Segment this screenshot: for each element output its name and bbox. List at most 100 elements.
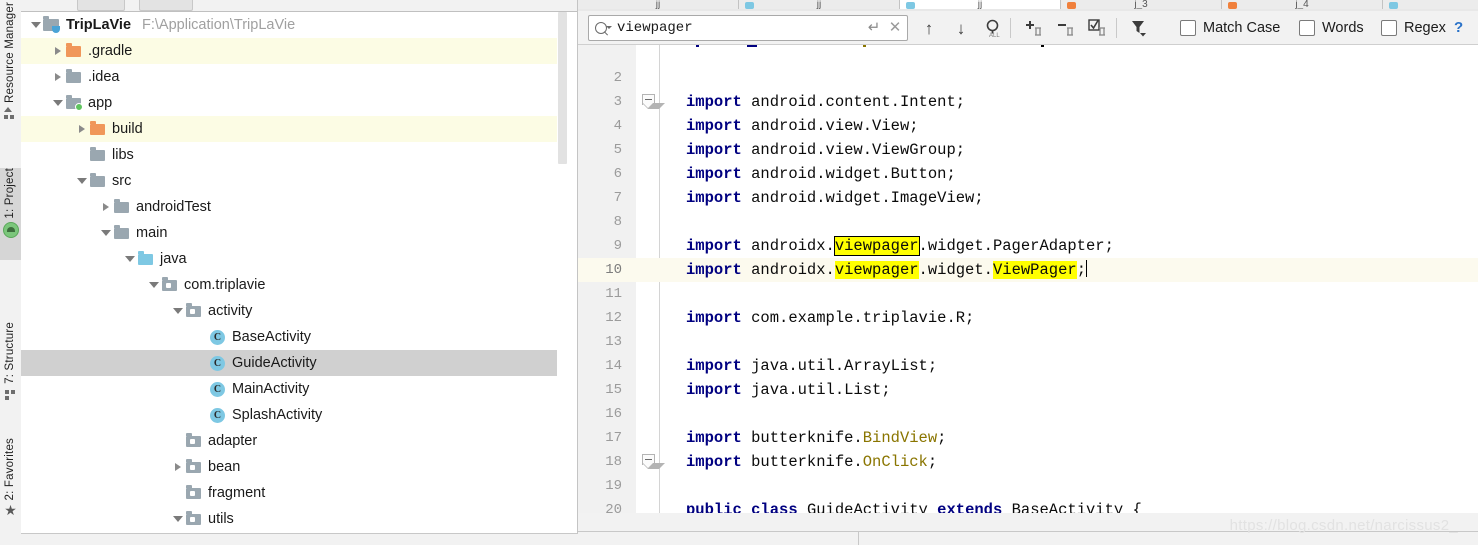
chevron-down-icon[interactable]	[171, 506, 185, 532]
tree-node-bean[interactable]: bean	[21, 454, 557, 480]
search-field-wrapper[interactable]: ↵ ✕	[588, 15, 908, 41]
code-row-3[interactable]: 3 import android.content.Intent;	[578, 90, 1478, 114]
tree-node-fragment[interactable]: fragment	[21, 480, 557, 506]
tree-node-utils[interactable]: utils	[21, 506, 557, 532]
find-all-button[interactable]: ALL	[982, 17, 1004, 39]
find-next-button[interactable]: ↓	[950, 17, 972, 39]
tree-node-mainactivity[interactable]: C MainActivity	[21, 376, 557, 402]
tool-tab-project[interactable]: 1: Project	[0, 168, 21, 260]
search-icon[interactable]	[594, 20, 612, 37]
folder-orange-icon	[89, 120, 107, 138]
project-panel-footer	[21, 533, 578, 545]
tree-node-splashactivity[interactable]: C SplashActivity	[21, 402, 557, 428]
tree-node-gradle[interactable]: .gradle	[21, 38, 557, 64]
find-previous-button[interactable]: ↑	[918, 17, 940, 39]
code-row-18[interactable]: 18 import butterknife.OnClick;	[578, 450, 1478, 474]
code-row-10[interactable]: 10 import androidx.viewpager.widget.View…	[578, 258, 1478, 282]
project-tool-window: TripLaVie F:\Application\TripLaVie .grad…	[21, 0, 578, 545]
line-number: 2	[613, 70, 622, 86]
line-number: 13	[605, 334, 622, 350]
chevron-down-icon[interactable]	[51, 90, 65, 116]
chevron-down-icon[interactable]	[29, 12, 43, 38]
checkbox-box[interactable]	[1381, 20, 1397, 36]
editor-tab-4[interactable]: j_4	[1222, 0, 1383, 9]
tree-node-main[interactable]: main	[21, 220, 557, 246]
tree-node-com-triplavie[interactable]: com.triplavie	[21, 272, 557, 298]
chevron-right-icon[interactable]	[51, 38, 65, 64]
tree-node-java[interactable]: java	[21, 246, 557, 272]
enter-icon[interactable]: ↵	[865, 18, 883, 38]
close-icon[interactable]: ✕	[883, 18, 907, 38]
chevron-down-icon[interactable]	[147, 272, 161, 298]
regex-checkbox[interactable]: Regex	[1381, 20, 1446, 36]
code-line-1-remnant-b	[747, 45, 757, 47]
line-number: 7	[613, 190, 622, 206]
line-number: 16	[605, 406, 622, 422]
editor-tab-1[interactable]: jj	[739, 0, 900, 9]
code-row-15[interactable]: 15 import java.util.List;	[578, 378, 1478, 402]
tree-node-idea[interactable]: .idea	[21, 64, 557, 90]
editor-tab-3[interactable]: j_3	[1061, 0, 1222, 9]
code-line-1-remnant-c	[863, 45, 866, 47]
code-row-14[interactable]: 14 import java.util.ArrayList;	[578, 354, 1478, 378]
tree-node-activity[interactable]: activity	[21, 298, 557, 324]
tree-node-adapter[interactable]: adapter	[21, 428, 557, 454]
tool-tab-resource-manager[interactable]: Resource Manager	[0, 2, 21, 122]
code-row-5[interactable]: 5 import android.view.ViewGroup;	[578, 138, 1478, 162]
tree-node-guideactivity[interactable]: C GuideActivity	[21, 350, 557, 376]
code-row-6[interactable]: 6 import android.widget.Button;	[578, 162, 1478, 186]
words-label: Words	[1322, 20, 1364, 36]
code-row-16[interactable]: 16	[578, 402, 1478, 426]
code-row-17[interactable]: 17 import butterknife.BindView;	[578, 426, 1478, 450]
chevron-down-icon[interactable]	[75, 168, 89, 194]
help-link[interactable]: ?	[1454, 19, 1463, 36]
chevron-down-icon[interactable]	[123, 246, 137, 272]
chevron-right-icon[interactable]	[51, 64, 65, 90]
package-icon	[161, 276, 179, 294]
checkbox-box[interactable]	[1299, 20, 1315, 36]
chevron-right-icon[interactable]	[99, 194, 113, 220]
tool-tab-favorites[interactable]: 2: Favorites ★	[0, 438, 21, 519]
chevron-down-icon[interactable]	[99, 220, 113, 246]
code-row-12[interactable]: 12 import com.example.triplavie.R;	[578, 306, 1478, 330]
editor-tab-2[interactable]: jj	[900, 0, 1061, 9]
fold-marker-icon[interactable]	[642, 94, 665, 109]
search-input[interactable]	[617, 20, 865, 36]
editor-tab-0[interactable]: jj	[578, 0, 739, 9]
code-row-13[interactable]: 13	[578, 330, 1478, 354]
project-scrollbar[interactable]	[558, 12, 567, 164]
match-case-checkbox[interactable]: Match Case	[1180, 20, 1280, 36]
tree-node-build[interactable]: build	[21, 116, 557, 142]
tree-node-triplavie[interactable]: TripLaVie F:\Application\TripLaVie	[21, 12, 557, 38]
code-row-11[interactable]: 11	[578, 282, 1478, 306]
code-row-4[interactable]: 4 import android.view.View;	[578, 114, 1478, 138]
tree-node-app[interactable]: app	[21, 90, 557, 116]
code-line-1-remnant-a	[696, 45, 699, 47]
add-selection-button[interactable]	[1022, 17, 1044, 39]
tree-node-baseactivity[interactable]: C BaseActivity	[21, 324, 557, 350]
fold-marker-icon[interactable]	[642, 454, 665, 469]
code-row-2[interactable]: 2	[578, 66, 1478, 90]
tree-node-libs[interactable]: libs	[21, 142, 557, 168]
code-row-8[interactable]: 8	[578, 210, 1478, 234]
chevron-right-icon[interactable]	[171, 454, 185, 480]
select-all-occurrences-button[interactable]	[1086, 17, 1108, 39]
remove-selection-button[interactable]	[1054, 17, 1076, 39]
chevron-right-icon[interactable]	[75, 116, 89, 142]
header-stub-b	[139, 0, 193, 11]
code-row-7[interactable]: 7 import android.widget.ImageView;	[578, 186, 1478, 210]
tree-node-src[interactable]: src	[21, 168, 557, 194]
chevron-down-icon[interactable]	[171, 298, 185, 324]
tool-tab-structure[interactable]: 7: Structure	[0, 322, 21, 403]
code-row-20[interactable]: 20 public class GuideActivity extends Ba…	[578, 498, 1478, 513]
tree-node-label: bean	[208, 459, 241, 475]
code-row-19[interactable]: 19	[578, 474, 1478, 498]
tree-node-androidtest[interactable]: androidTest	[21, 194, 557, 220]
words-checkbox[interactable]: Words	[1299, 20, 1364, 36]
filter-button[interactable]	[1128, 17, 1150, 39]
editor-tab-5[interactable]	[1383, 0, 1478, 9]
code-row-9[interactable]: 9 import androidx.viewpager.widget.Pager…	[578, 234, 1478, 258]
code-editor[interactable]: 2 3 import android.content.Intent; 4 imp…	[578, 45, 1478, 513]
select-all-occurrences-icon	[1088, 19, 1105, 36]
checkbox-box[interactable]	[1180, 20, 1196, 36]
